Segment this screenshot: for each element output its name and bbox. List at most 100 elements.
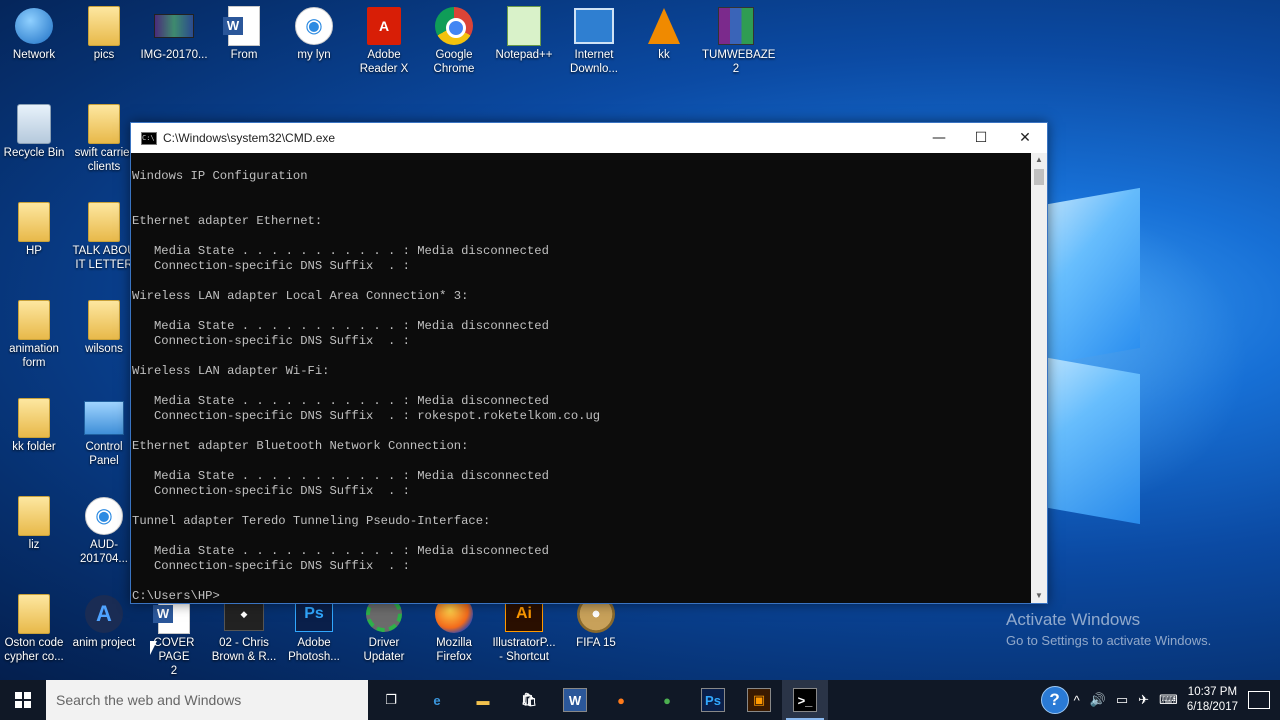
- vlc-icon: [644, 6, 684, 46]
- mouse-cursor-icon: [150, 641, 157, 655]
- console-line: [131, 529, 1031, 544]
- desktop-icon[interactable]: Internet Downlo...: [560, 6, 628, 76]
- desktop-icon[interactable]: ◆ 02 - Chris Brown & R...: [210, 594, 278, 664]
- desktop-icon[interactable]: Mozilla Firefox: [420, 594, 488, 664]
- taskbar-file-explorer-button[interactable]: ▬: [460, 680, 506, 720]
- maximize-button[interactable]: ☐: [959, 123, 1003, 153]
- console-line: [131, 274, 1031, 289]
- desktop-icon[interactable]: kk: [630, 6, 698, 62]
- desktop-icon[interactable]: liz: [0, 496, 68, 552]
- desktop-icon[interactable]: Driver Updater: [350, 594, 418, 664]
- taskbar-chrome-button[interactable]: ●: [644, 680, 690, 720]
- notepad-icon: [504, 6, 544, 46]
- task-view-icon: ❐: [385, 692, 397, 707]
- desktop-icon-label: From: [230, 49, 258, 61]
- console-line: [131, 304, 1031, 319]
- help-icon[interactable]: ?: [1040, 686, 1069, 714]
- console-scrollbar[interactable]: ▲ ▼: [1031, 153, 1047, 603]
- desktop-icon[interactable]: pics: [70, 6, 138, 62]
- wallpaper-logo-pane-bottom: [1048, 357, 1140, 525]
- cmd-window[interactable]: C:\ C:\Windows\system32\CMD.exe — ☐ ✕ Wi…: [130, 122, 1048, 604]
- desktop-icon[interactable]: Network: [0, 6, 68, 62]
- desktop-icon[interactable]: IMG-20170...: [140, 6, 208, 62]
- clock[interactable]: 10:37 PM 6/18/2017: [1187, 685, 1238, 715]
- taskbar-cmd-button[interactable]: >_: [782, 680, 828, 720]
- desktop-icon[interactable]: Notepad++: [490, 6, 558, 62]
- folder-icon: [14, 594, 54, 634]
- taskbar-photoshop-button[interactable]: Ps: [690, 680, 736, 720]
- keyboard-icon[interactable]: ⌨: [1159, 692, 1178, 708]
- desktop-icon-label: swift carrier clients: [74, 147, 134, 173]
- cmd-icon: >_: [793, 688, 817, 712]
- desktop-icon[interactable]: swift carrier clients: [70, 104, 138, 174]
- desktop-icon[interactable]: TUMWEBAZE 2: [702, 6, 775, 76]
- console-line: [131, 229, 1031, 244]
- desktop-icon[interactable]: ◉ my lyn: [280, 6, 348, 62]
- battery-icon[interactable]: ▭: [1116, 692, 1128, 708]
- console-line: [131, 499, 1031, 514]
- volume-icon[interactable]: 🔊: [1090, 692, 1106, 708]
- taskbar-illustrator-button[interactable]: ▣: [736, 680, 782, 720]
- scroll-up-arrow-icon[interactable]: ▲: [1031, 153, 1047, 167]
- windows-logo-icon: [15, 692, 31, 708]
- taskbar-task-view-button[interactable]: ❐: [368, 680, 414, 720]
- desktop-icon[interactable]: COVER PAGE 2: [140, 594, 208, 678]
- folder-icon: [14, 496, 54, 536]
- desktop-icon[interactable]: Ai IllustratorP... - Shortcut: [490, 594, 558, 664]
- desktop-icon-label: Notepad++: [495, 49, 553, 61]
- edge-icon: e: [433, 692, 441, 708]
- console-line: Media State . . . . . . . . . . . : Medi…: [132, 394, 549, 408]
- folder-user-icon: [14, 202, 54, 242]
- desktop-icon-label: AUD-201704...: [80, 539, 128, 565]
- store-icon: 🛍: [520, 692, 538, 707]
- file-explorer-icon: ▬: [476, 692, 490, 708]
- desktop-icon[interactable]: Ps Adobe Photosh...: [280, 594, 348, 664]
- desktop-icon-label: liz: [28, 539, 40, 551]
- desktop-icon[interactable]: TALK ABOU IT LETTER: [70, 202, 138, 272]
- word-icon: W: [563, 688, 587, 712]
- network-icon[interactable]: ✈: [1138, 692, 1149, 708]
- desktop-icon[interactable]: ◉ AUD-201704...: [70, 496, 138, 566]
- system-tray: ? ^ 🔊 ▭ ✈ ⌨ 10:37 PM 6/18/2017: [1040, 680, 1280, 720]
- desktop-icon[interactable]: Recycle Bin: [0, 104, 68, 160]
- desktop-icon[interactable]: Google Chrome: [420, 6, 488, 76]
- desktop-icon[interactable]: Aanim project: [70, 594, 138, 650]
- desktop-icon-label: HP: [26, 245, 42, 257]
- desktop-icon[interactable]: A Adobe Reader X: [350, 6, 418, 76]
- desktop-icon-label: Internet Downlo...: [570, 49, 618, 75]
- desktop-icon[interactable]: From: [210, 6, 278, 62]
- action-center-icon[interactable]: [1248, 691, 1270, 709]
- wallpaper-logo-pane-top: [1048, 187, 1140, 365]
- close-button[interactable]: ✕: [1003, 123, 1047, 153]
- activate-windows-watermark: Activate Windows Go to Settings to activ…: [1006, 610, 1211, 648]
- scroll-thumb[interactable]: [1034, 169, 1044, 185]
- desktop-icon[interactable]: Control Panel: [70, 398, 138, 468]
- taskbar-word-button[interactable]: W: [552, 680, 598, 720]
- show-hidden-icons-chevron-icon[interactable]: ^: [1074, 693, 1080, 708]
- desktop-icon[interactable]: HP: [0, 202, 68, 258]
- console-output[interactable]: Windows IP Configuration Ethernet adapter…: [131, 153, 1031, 603]
- taskbar-firefox-button[interactable]: ●: [598, 680, 644, 720]
- desktop-icon-label: my lyn: [297, 49, 331, 61]
- desktop-icon[interactable]: Oston code cypher co...: [0, 594, 68, 664]
- console-line: [131, 379, 1031, 394]
- desktop-icon[interactable]: kk folder: [0, 398, 68, 454]
- start-button[interactable]: [0, 680, 46, 720]
- desktop-icon[interactable]: animation form: [0, 300, 68, 370]
- desktop-icon-label: animation form: [9, 343, 59, 369]
- taskbar-search-box[interactable]: Search the web and Windows: [46, 680, 368, 720]
- desktop-icon-label: kk folder: [12, 441, 56, 453]
- desktop-icon-label: Network: [12, 49, 56, 61]
- taskbar-store-button[interactable]: 🛍: [506, 680, 552, 720]
- scroll-down-arrow-icon[interactable]: ▼: [1031, 589, 1047, 603]
- anim-icon: A: [84, 594, 124, 634]
- console-line: [131, 184, 1031, 199]
- taskbar-edge-button[interactable]: e: [414, 680, 460, 720]
- console-line: C:\Users\HP>: [132, 589, 220, 603]
- console-line: [131, 199, 1031, 214]
- cmd-titlebar[interactable]: C:\ C:\Windows\system32\CMD.exe — ☐ ✕: [131, 123, 1047, 153]
- minimize-button[interactable]: —: [917, 123, 961, 153]
- doc-ie-icon: ◉: [294, 6, 334, 46]
- desktop-icon[interactable]: wilsons: [70, 300, 138, 356]
- taskbar-pinned-apps: ❐ e ▬ 🛍 W ● ● Ps ▣ >_: [368, 680, 828, 720]
